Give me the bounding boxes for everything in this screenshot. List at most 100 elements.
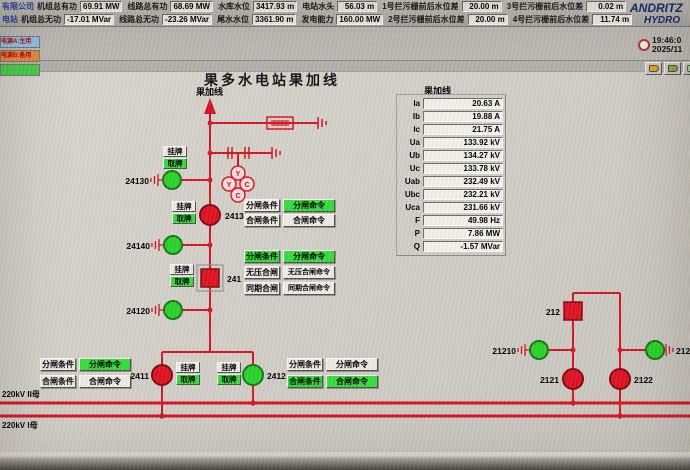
metric-label: 尾水水位 [217,14,249,25]
panel-label: Uca [399,203,423,212]
label-2122: 2122 [634,375,653,385]
earth-switch-24140[interactable] [164,236,182,254]
metric-value: 3417.93 m [253,1,297,12]
status-row-1: 有限公司 机组总有功 69.91 MW 线路总有功 68.69 MW 水库水位 … [0,0,690,13]
disconnector-2413[interactable] [200,205,220,225]
metric-value: 160.00 MW [336,14,383,25]
panel-label: Ua [399,138,423,147]
panel-row: F49.98 Hz [399,214,503,227]
metric-value: -17.01 MVar [64,14,114,25]
panel-value: 133.78 kV [423,163,503,174]
panel-value: 19.88 A [423,111,503,122]
panel-label: F [399,216,423,225]
label-2413: 2413 [225,211,244,221]
scada-screen: 有限公司 机组总有功 69.91 MW 线路总有功 68.69 MW 水库水位 … [0,0,690,470]
logo-text-top: ANDRITZ [630,1,690,15]
panel-label: Uc [399,164,423,173]
panel-value: 231.66 kV [423,202,503,213]
metric-value: 69.91 MW [80,1,122,12]
close-command-2412[interactable]: 合闸命令 [326,375,378,388]
sync-close-command-241[interactable]: 同期合闸命令 [283,282,335,295]
metric-label: 发电能力 [301,14,333,25]
tag-button-241[interactable]: 挂牌 [170,264,194,275]
disconnector-2412[interactable] [243,365,263,385]
monitor-bezel [0,452,690,470]
earth-switch-24130[interactable] [163,171,181,189]
panel-row: Ua133.92 kV [399,136,503,149]
close-condition-2412[interactable]: 合闸条件 [287,375,323,388]
panel-row: Uc133.78 kV [399,162,503,175]
feeder-arrow [204,98,216,114]
metric-value: 0.02 m [586,1,626,12]
label-24130: 24130 [119,176,149,186]
untag-button-2412[interactable]: 取牌 [217,374,241,385]
disconnector-2121[interactable] [563,369,583,389]
panel-value: 232.21 kV [423,189,503,200]
label-24140: 24140 [120,241,150,251]
untag-button-2413[interactable]: 取牌 [172,213,196,224]
disconnector-2122[interactable] [610,369,630,389]
metric-label: 机组总有功 [37,1,77,12]
metric-value: 68.69 MW [170,1,212,12]
untag-button-241[interactable]: 取牌 [170,276,194,287]
metric-value: 20.00 m [462,1,502,12]
open-command-2413[interactable]: 分闸命令 [283,199,335,212]
panel-label: Q [399,242,423,251]
close-command-2411[interactable]: 合闸命令 [79,375,131,388]
panel-value: 133.92 kV [423,137,503,148]
open-condition-241[interactable]: 分闸条件 [244,250,280,263]
panel-label: Ubc [399,190,423,199]
close-command-2413[interactable]: 合闸命令 [283,214,335,227]
panel-row: Uca231.66 kV [399,201,503,214]
tag-button-2413[interactable]: 挂牌 [172,201,196,212]
panel-label: Ib [399,112,423,121]
panel-row: Ia20.63 A [399,97,503,110]
novolt-close-condition-241[interactable]: 无压合闸 [244,266,280,279]
disconnector-2411[interactable] [152,365,172,385]
metric-label: 4号拦污栅前后水位差 [513,14,589,25]
bus-i-label: 220kV I母 [2,420,38,431]
earth-switch-21220[interactable] [646,341,664,359]
close-condition-2411[interactable]: 合闸条件 [40,375,76,388]
breaker-212[interactable] [564,302,582,320]
sync-close-condition-241[interactable]: 同期合闸 [244,282,280,295]
panel-value: 21.75 A [423,124,503,135]
clock: 19:46:0 2025/11 [638,36,682,54]
clock-date: 2025/11 [652,44,682,54]
tag-button-24130[interactable]: 挂牌 [163,146,187,157]
panel-value: 20.63 A [423,98,503,109]
earth-switch-21210[interactable] [530,341,548,359]
single-line-diagram: Y Y C C [0,60,690,452]
open-command-2412[interactable]: 分闸命令 [326,358,378,371]
bus-ii-label: 220kV II母 [2,389,40,400]
open-command-2411[interactable]: 分闸命令 [79,358,131,371]
open-condition-2411[interactable]: 分闸条件 [40,358,76,371]
panel-label: Ic [399,125,423,134]
station-label: 电站 [2,14,18,25]
untag-button-24130[interactable]: 取牌 [163,158,187,169]
open-condition-2413[interactable]: 分闸条件 [244,199,280,212]
panel-label: Uab [399,177,423,186]
metric-value: -23.26 MVar [162,14,212,25]
label-212: 212 [538,307,560,317]
tag-button-2412[interactable]: 挂牌 [217,362,241,373]
close-condition-2413[interactable]: 合闸条件 [244,214,280,227]
panel-label: Ub [399,151,423,160]
measurement-panel: Ia20.63 A Ib19.88 A Ic21.75 A Ua133.92 k… [396,94,506,256]
open-condition-2412[interactable]: 分闸条件 [287,358,323,371]
label-21220: 21220 [676,346,690,356]
svg-text:C: C [235,193,240,200]
untag-button-2411[interactable]: 取牌 [176,374,200,385]
andritz-logo: ANDRITZ HYDRO [630,1,690,26]
breaker-241[interactable] [201,269,219,287]
panel-row: Ib19.88 A [399,110,503,123]
status-bar: 有限公司 机组总有功 69.91 MW 线路总有功 68.69 MW 水库水位 … [0,0,690,27]
earth-switch-24120[interactable] [164,301,182,319]
pt-cluster-letters: Y Y C C [227,171,250,200]
label-21210: 21210 [486,346,516,356]
novolt-close-command-241[interactable]: 无压合闸命令 [283,266,335,279]
open-command-241[interactable]: 分闸命令 [283,250,335,263]
panel-value: 232.49 kV [423,176,503,187]
panel-row: P7.86 MW [399,227,503,240]
tag-button-2411[interactable]: 挂牌 [176,362,200,373]
